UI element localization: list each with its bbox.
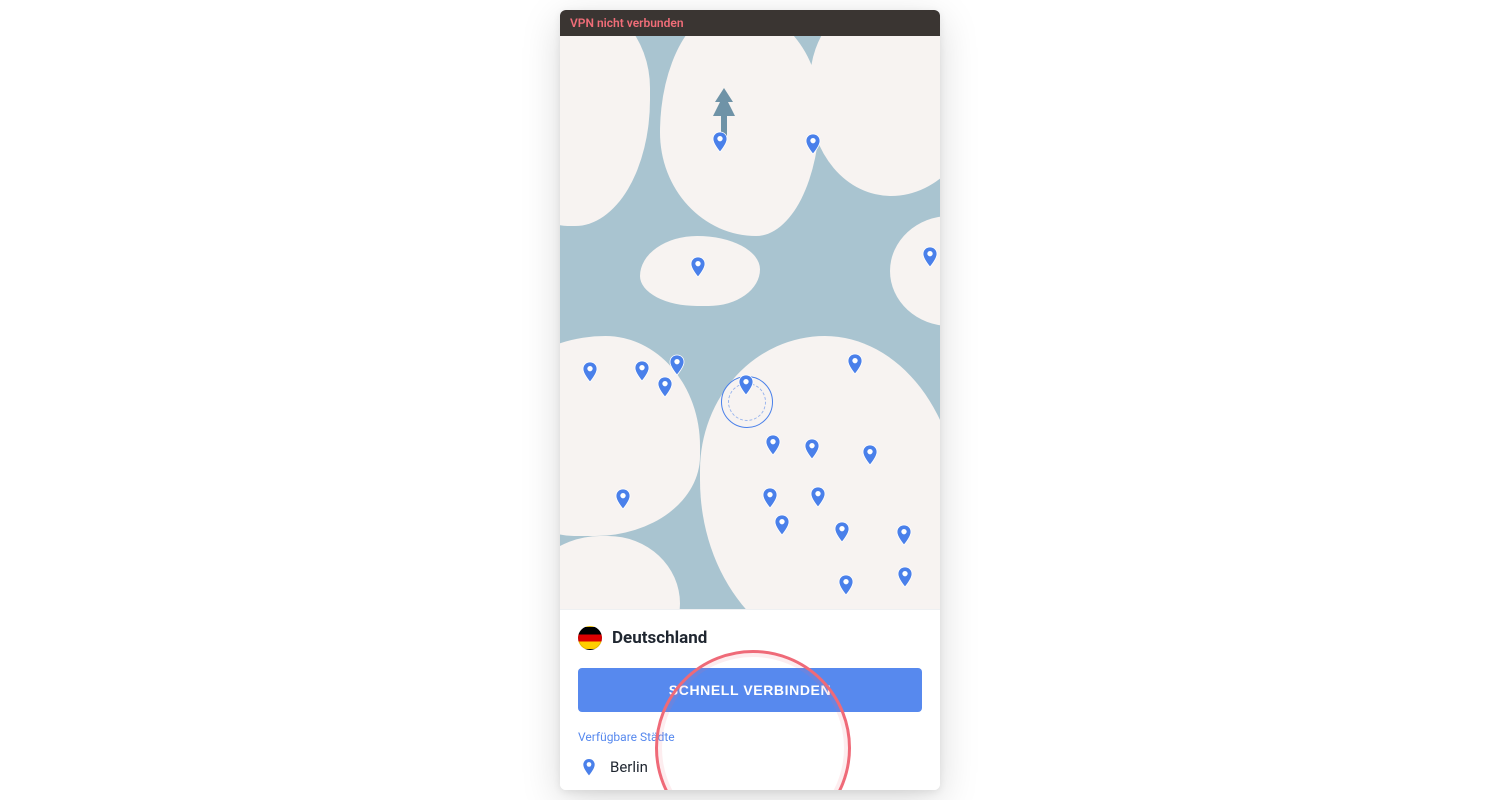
server-pin[interactable]	[690, 256, 706, 278]
server-pin[interactable]	[805, 133, 821, 155]
server-pin[interactable]	[712, 131, 728, 153]
server-pin[interactable]	[862, 444, 878, 466]
server-pin[interactable]	[615, 488, 631, 510]
connection-status-text: VPN nicht verbunden	[570, 16, 684, 30]
server-pin[interactable]	[896, 524, 912, 546]
server-pin[interactable]	[582, 361, 598, 383]
server-pin[interactable]	[765, 434, 781, 456]
server-pin[interactable]	[838, 574, 854, 596]
available-cities-header: Verfügbare Städte	[560, 722, 940, 750]
selected-country-row[interactable]: Deutschland	[560, 610, 940, 656]
location-pin-icon	[582, 758, 596, 776]
server-pin[interactable]	[804, 438, 820, 460]
germany-flag-icon	[578, 626, 602, 650]
server-pin[interactable]	[847, 353, 863, 375]
city-name: Berlin	[610, 758, 648, 776]
server-map[interactable]	[560, 36, 940, 624]
server-pin[interactable]	[897, 566, 913, 588]
quick-connect-button[interactable]: SCHNELL VERBINDEN	[578, 668, 922, 712]
server-pin[interactable]	[810, 486, 826, 508]
server-pin[interactable]	[669, 354, 685, 376]
server-pin[interactable]	[738, 374, 754, 396]
server-pin[interactable]	[834, 521, 850, 543]
server-pin[interactable]	[922, 246, 938, 268]
server-pin[interactable]	[774, 514, 790, 536]
city-row[interactable]: Berlin	[560, 750, 940, 790]
server-pin[interactable]	[762, 487, 778, 509]
connection-panel: Deutschland SCHNELL VERBINDEN Verfügbare…	[560, 609, 940, 790]
server-pin[interactable]	[634, 360, 650, 382]
status-bar: VPN nicht verbunden	[560, 10, 940, 36]
selected-country-label: Deutschland	[612, 628, 707, 648]
server-pin[interactable]	[657, 376, 673, 398]
vpn-app-window: VPN nicht verbunden	[560, 10, 940, 790]
